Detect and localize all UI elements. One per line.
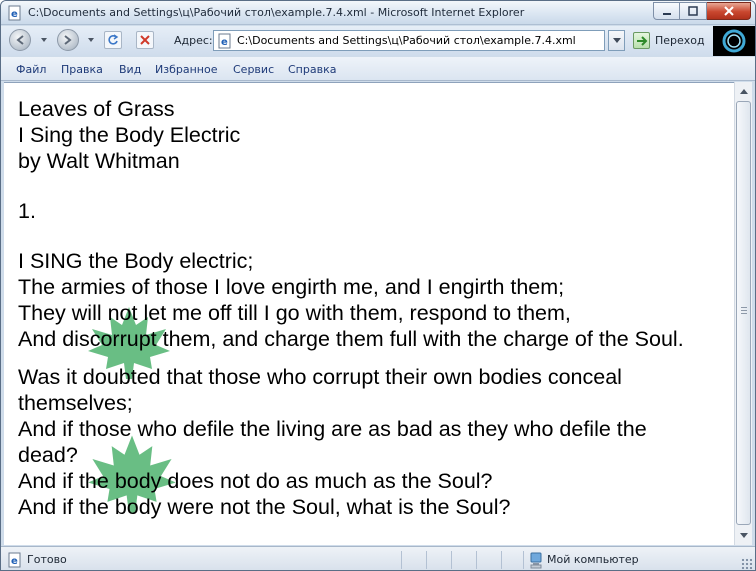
stop-icon	[140, 35, 150, 45]
menu-tools[interactable]: Сервис	[233, 63, 274, 76]
forward-history-dropdown[interactable]	[88, 38, 94, 42]
resize-grip[interactable]	[741, 558, 752, 569]
svg-text:e: e	[11, 556, 18, 567]
stop-button[interactable]	[136, 31, 154, 49]
navigation-bar: Адрес: e C:\Documents and Settings\ц\Раб…	[1, 26, 755, 56]
address-label: Адрес:	[174, 34, 213, 47]
chevron-down-icon	[739, 532, 748, 538]
refresh-icon	[108, 34, 119, 45]
maximize-icon	[688, 6, 698, 16]
back-button[interactable]	[9, 29, 31, 51]
page-content: Leaves of Grass I Sing the Body Electric…	[4, 82, 734, 545]
menu-favorites[interactable]: Избранное	[155, 63, 217, 76]
verse-line: They will not let me off till I go with …	[18, 301, 571, 325]
address-dropdown-button[interactable]	[608, 30, 625, 51]
scrollbar-grip	[741, 307, 747, 315]
menu-view[interactable]: Вид	[119, 63, 141, 76]
vertical-scrollbar[interactable]	[734, 82, 752, 545]
address-input[interactable]: e C:\Documents and Settings\ц\Рабочий ст…	[213, 30, 605, 51]
verse-line: The armies of those I love engirth me, a…	[18, 275, 565, 299]
security-zone-text: Мой компьютер	[547, 553, 639, 566]
menu-file[interactable]: Файл	[16, 63, 46, 76]
scroll-down-button[interactable]	[736, 528, 751, 543]
forward-button[interactable]	[57, 29, 79, 51]
close-icon	[723, 6, 734, 16]
section-number: 1.	[18, 199, 36, 223]
page-icon: e	[218, 33, 231, 49]
verse-line: And if the body were not the Soul, what …	[18, 495, 511, 519]
window-title: C:\Documents and Settings\ц\Рабочий стол…	[28, 6, 525, 19]
svg-text:e: e	[11, 9, 18, 20]
book-title: Leaves of Grass	[18, 97, 175, 121]
ie-document-icon: e	[8, 5, 21, 21]
go-button[interactable]	[633, 32, 650, 49]
poem-author: by Walt Whitman	[18, 149, 180, 173]
title-bar: e C:\Documents and Settings\ц\Рабочий ст…	[1, 1, 755, 25]
poem-document: Leaves of Grass I Sing the Body Electric…	[18, 96, 726, 520]
activity-throbber	[713, 26, 755, 56]
back-history-dropdown[interactable]	[41, 38, 47, 42]
minimize-button[interactable]	[653, 2, 680, 20]
verse-line: And if those who defile the living are a…	[18, 417, 647, 467]
svg-text:e: e	[221, 37, 228, 48]
my-computer-icon	[530, 552, 542, 569]
scroll-up-button[interactable]	[736, 84, 751, 99]
verse-line: And if the body does not do as much as t…	[18, 469, 493, 493]
status-bar: e Готово Мой компьютер	[1, 546, 755, 570]
back-arrow-icon	[16, 35, 24, 45]
minimize-icon	[662, 13, 671, 15]
windows-logo-icon	[722, 29, 746, 53]
scrollbar-thumb[interactable]	[736, 101, 751, 525]
browser-window: e C:\Documents and Settings\ц\Рабочий ст…	[0, 0, 756, 571]
menu-edit[interactable]: Правка	[61, 63, 103, 76]
chevron-down-icon	[612, 37, 621, 43]
caption-buttons	[653, 2, 751, 21]
poem-title: I Sing the Body Electric	[18, 123, 241, 147]
chevron-up-icon	[739, 88, 748, 94]
verse-line: Was it doubted that those who corrupt th…	[18, 365, 622, 415]
go-arrow-icon	[636, 35, 647, 46]
status-text: Готово	[27, 553, 67, 566]
verse-line: I SING the Body electric;	[18, 249, 254, 273]
page-status-icon: e	[8, 552, 21, 568]
forward-arrow-icon	[64, 35, 72, 45]
close-button[interactable]	[707, 2, 751, 20]
menu-help[interactable]: Справка	[288, 63, 336, 76]
refresh-button[interactable]	[104, 31, 122, 49]
menu-bar: Файл Правка Вид Избранное Сервис Справка	[1, 57, 755, 81]
address-value: C:\Documents and Settings\ц\Рабочий стол…	[237, 34, 576, 47]
maximize-button[interactable]	[680, 2, 707, 20]
verse-line: And discorrupt them, and charge them ful…	[18, 327, 684, 351]
go-label[interactable]: Переход	[655, 34, 705, 47]
